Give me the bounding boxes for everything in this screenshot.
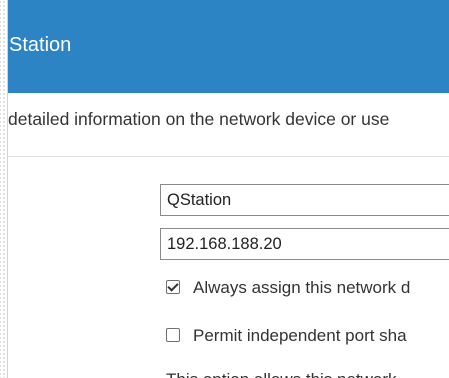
always-assign-label: Always assign this network d <box>193 278 411 297</box>
section-divider <box>8 156 449 157</box>
device-settings-dialog: Station detailed information on the netw… <box>7 0 449 378</box>
permit-port-option[interactable]: Permit independent port sha <box>166 326 407 346</box>
option-help-text: This option allows this network <box>166 370 397 378</box>
screenshot-frame: Station detailed information on the netw… <box>0 0 449 378</box>
dialog-header: Station <box>8 0 449 93</box>
ip-address-input[interactable] <box>160 228 449 260</box>
always-assign-option[interactable]: Always assign this network d <box>166 278 410 298</box>
permit-port-checkbox[interactable] <box>166 327 180 342</box>
always-assign-checkbox[interactable] <box>166 279 180 294</box>
dialog-title: Station <box>9 34 72 56</box>
dialog-description: detailed information on the network devi… <box>8 109 390 129</box>
permit-port-label: Permit independent port sha <box>193 326 407 345</box>
device-name-input[interactable] <box>160 184 449 216</box>
